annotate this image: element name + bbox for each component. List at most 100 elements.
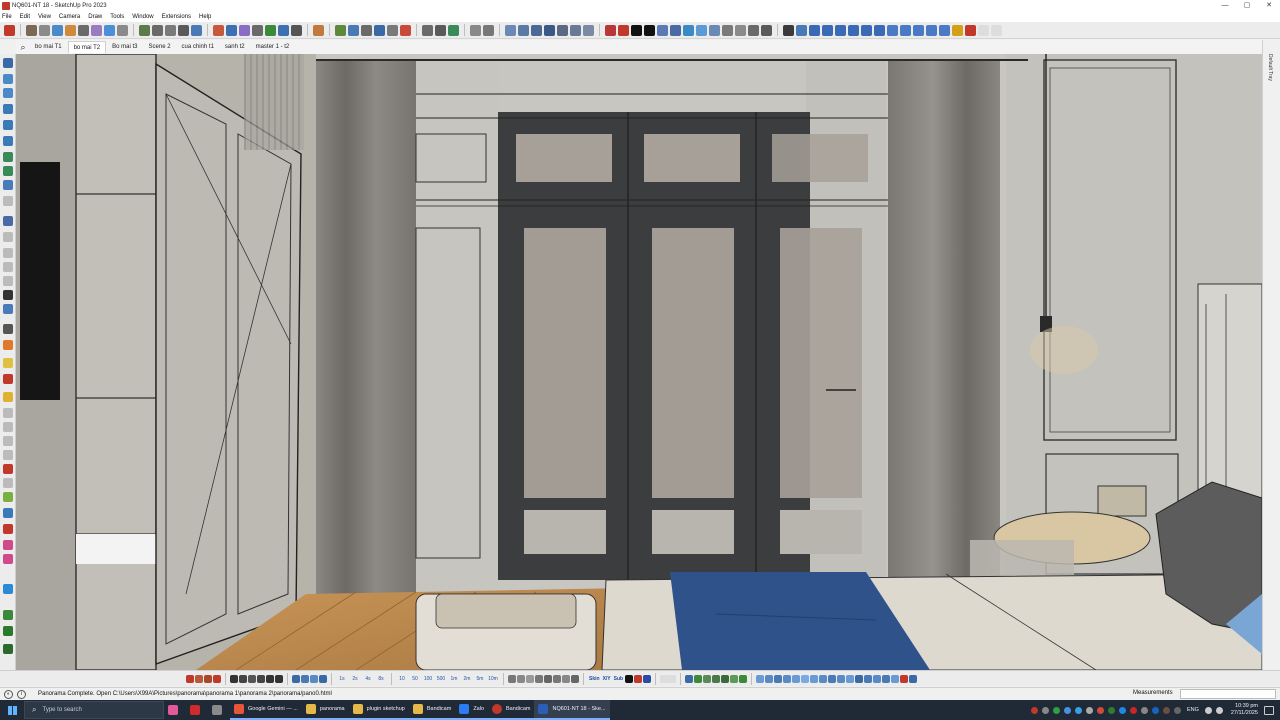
fog-icon[interactable] <box>828 674 837 683</box>
shield-icon[interactable] <box>422 24 433 36</box>
contour-icon[interactable] <box>721 674 730 683</box>
soften-edges-icon[interactable] <box>873 674 882 683</box>
section-plane-icon[interactable] <box>213 24 224 36</box>
freehand-tool-icon[interactable] <box>3 196 13 206</box>
taskbar-app-zalo[interactable]: Zalo <box>455 700 489 720</box>
push-pull-tool-icon[interactable] <box>3 232 13 242</box>
menu-window[interactable]: Window <box>132 14 153 20</box>
menu-tools[interactable]: Tools <box>110 14 124 20</box>
outliner-icon[interactable] <box>801 674 810 683</box>
curve-icon[interactable] <box>517 674 525 683</box>
maximize-button[interactable]: ▢ <box>1236 0 1258 11</box>
distance-10[interactable]: 10 <box>396 676 408 682</box>
smoove-tool-icon[interactable] <box>3 554 13 564</box>
materials-icon[interactable] <box>810 674 819 683</box>
select-icon[interactable] <box>39 24 50 36</box>
ruby-console-icon[interactable] <box>605 24 616 36</box>
default-tray[interactable]: Default Tray <box>1262 40 1280 670</box>
export-icon[interactable] <box>783 24 794 36</box>
duration-1s[interactable]: 1s <box>336 676 348 682</box>
mesh-light-icon[interactable] <box>709 24 720 36</box>
zoom-window-tool-icon[interactable] <box>3 450 13 460</box>
extension-warehouse-icon[interactable] <box>618 24 629 36</box>
eraser-icon[interactable] <box>52 24 63 36</box>
circle-tool-icon[interactable] <box>3 166 13 176</box>
taskbar-acrobat[interactable] <box>186 700 208 720</box>
solid-tools-icon[interactable] <box>900 674 909 683</box>
standard-view-top-icon[interactable] <box>822 24 833 36</box>
duration-4s[interactable]: 4s <box>362 676 374 682</box>
terrain-icon[interactable] <box>703 674 712 683</box>
taskbar-app-gemini[interactable]: Google Gemini — ... <box>230 700 302 720</box>
sphere-light-icon[interactable] <box>683 24 694 36</box>
textured-style-icon[interactable] <box>939 24 950 36</box>
rectangle-tool-icon[interactable] <box>3 152 13 162</box>
table-icon[interactable] <box>756 674 765 683</box>
orbit-tool-icon[interactable] <box>3 408 13 418</box>
scene-tab-cua-chinh-t1[interactable]: cua chinh t1 <box>177 41 219 53</box>
menu-view[interactable]: View <box>38 14 51 20</box>
offset-icon[interactable] <box>387 24 398 36</box>
gear-icon[interactable] <box>483 24 494 36</box>
info-icon[interactable]: i <box>17 689 26 699</box>
duration-8s[interactable]: 8s <box>375 676 387 682</box>
cube-icon[interactable] <box>301 674 309 683</box>
section-cut-icon[interactable] <box>239 24 250 36</box>
keyframe-icon[interactable] <box>319 674 327 683</box>
3d-text-tool-icon[interactable] <box>3 392 13 402</box>
orbit-icon[interactable] <box>505 24 516 36</box>
move-tool-icon[interactable] <box>3 216 13 226</box>
standard-view-front-icon[interactable] <box>835 24 846 36</box>
layer-icon[interactable] <box>335 24 346 36</box>
pencil-icon[interactable] <box>26 24 37 36</box>
crosshair-icon[interactable] <box>292 674 300 683</box>
warning-icon[interactable] <box>400 24 411 36</box>
zoom-icon[interactable] <box>531 24 542 36</box>
rotate-tool-icon[interactable] <box>3 248 13 258</box>
sun-icon[interactable] <box>965 24 976 36</box>
fur-icon[interactable] <box>761 24 772 36</box>
keyboard-tray-icon[interactable] <box>1085 706 1093 714</box>
bluetooth-tray-icon[interactable] <box>1151 706 1159 714</box>
info-tool-icon[interactable] <box>3 584 13 594</box>
tags-icon[interactable] <box>792 674 801 683</box>
taskbar-app-plugin-sketchup[interactable]: plugin sketchup <box>348 700 409 720</box>
match-photo-icon[interactable] <box>891 674 900 683</box>
globe-icon[interactable] <box>448 24 459 36</box>
distance-1m[interactable]: 1m <box>448 676 460 682</box>
scene-tab-sanh-t2[interactable]: sanh t2 <box>220 41 250 53</box>
zoom-window-icon[interactable] <box>544 24 555 36</box>
taskbar-copilot[interactable] <box>164 700 186 720</box>
standard-view-back-icon[interactable] <box>861 24 872 36</box>
menu-edit[interactable]: Edit <box>20 14 30 20</box>
refresh-icon[interactable] <box>435 24 446 36</box>
position-camera-tool-icon[interactable] <box>3 508 13 518</box>
extrude-icon[interactable] <box>562 674 570 683</box>
skin-button[interactable]: Skin <box>588 676 601 682</box>
move-icon[interactable] <box>348 24 359 36</box>
loft-icon[interactable] <box>553 674 561 683</box>
render-icon[interactable] <box>644 24 655 36</box>
eraser-tool-icon[interactable] <box>3 88 13 98</box>
knife-icon[interactable] <box>204 674 212 683</box>
pan-icon[interactable] <box>518 24 529 36</box>
taskbar-search[interactable]: ⌕ Type to search <box>24 701 164 719</box>
shadow-toggle-icon[interactable] <box>978 24 989 36</box>
offset-tool-icon[interactable] <box>3 290 13 300</box>
report-icon[interactable] <box>774 674 783 683</box>
select-tool-icon[interactable] <box>3 58 13 68</box>
menu-extensions[interactable]: Extensions <box>162 14 191 20</box>
volume-icon[interactable] <box>1215 706 1223 714</box>
cloud-tray-icon[interactable] <box>1074 706 1082 714</box>
3d-viewport[interactable] <box>16 54 1262 670</box>
scene-tab-scene-2[interactable]: Scene 2 <box>144 41 176 53</box>
list-icon[interactable] <box>765 674 774 683</box>
camera-icon[interactable] <box>239 674 247 683</box>
bandicam-tray-icon[interactable] <box>1129 706 1137 714</box>
stop-record-icon[interactable] <box>634 674 643 683</box>
warehouse-tool-icon[interactable] <box>3 626 13 636</box>
window-icon[interactable] <box>909 674 918 683</box>
menu-toggle-icon[interactable] <box>4 24 15 36</box>
distance-100[interactable]: 100 <box>422 676 434 682</box>
scene-tab-bo-mai-t2[interactable]: bo mai T2 <box>67 41 107 53</box>
